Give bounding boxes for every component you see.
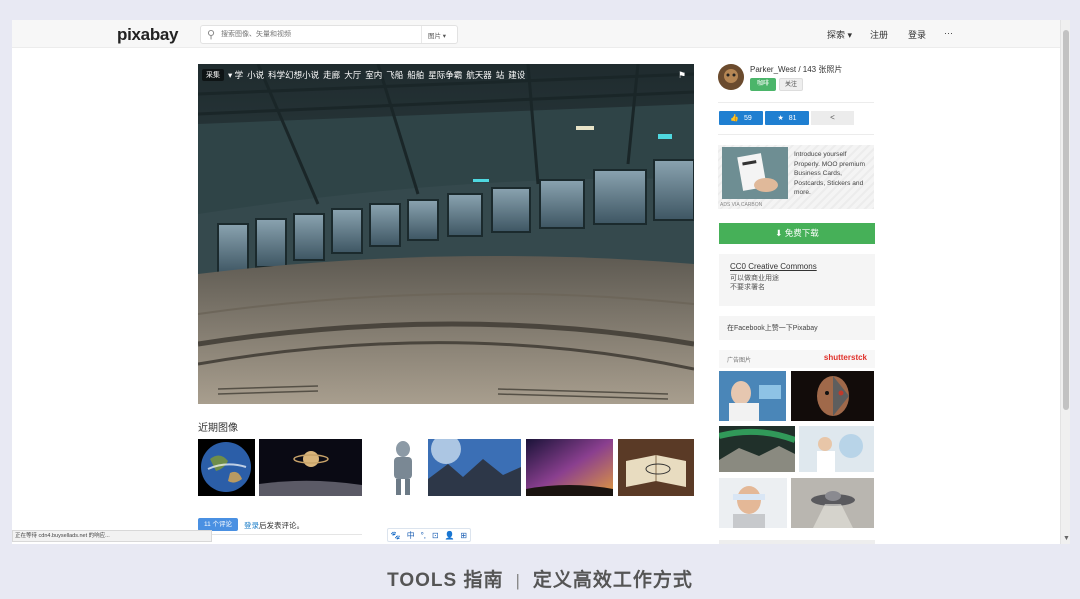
favorite-button[interactable]: ★ 81 xyxy=(765,111,809,125)
search-box[interactable]: ⚲ 图片 ▾ xyxy=(200,25,458,44)
spaceship-corridor-image xyxy=(198,64,694,404)
license-commercial-use: 可以做商业用途 xyxy=(730,275,779,282)
tag[interactable]: 科学幻想小说 xyxy=(268,69,319,81)
recent-thumb-robot[interactable] xyxy=(386,439,420,496)
sponsored-images-header: 广告图片 shutterstck xyxy=(719,350,875,368)
nav-explore[interactable]: 探索 ▾ xyxy=(827,28,852,41)
license-link[interactable]: CC0 Creative Commons xyxy=(730,262,864,271)
sponsored-image[interactable] xyxy=(719,478,787,528)
tag[interactable]: 航天器 xyxy=(466,69,492,81)
share-button[interactable]: < xyxy=(811,111,854,125)
nav-more[interactable]: ··· xyxy=(944,28,953,38)
footer-slogan: 定义高效工作方式 xyxy=(532,570,693,591)
sidebar-divider xyxy=(718,134,874,135)
tag[interactable]: 小说 xyxy=(247,69,264,81)
collect-button[interactable]: 采集 xyxy=(202,69,224,81)
sponsored-image[interactable] xyxy=(719,426,795,472)
comment-divider xyxy=(212,534,362,535)
license-no-attribution: 不要求署名 xyxy=(730,284,765,291)
footer-separator: | xyxy=(515,571,521,590)
browser-status-bar: 正在等待 cdn4.buysellads.net 的响应... xyxy=(12,530,212,542)
tag[interactable]: ▾ 学 xyxy=(228,69,243,81)
tag[interactable]: 建设 xyxy=(508,69,525,81)
tag[interactable]: 飞船 xyxy=(386,69,403,81)
user-icon[interactable]: 👤 xyxy=(444,531,454,540)
ad-image xyxy=(722,147,788,199)
tag[interactable]: 大厅 xyxy=(344,69,361,81)
keyboard-icon[interactable]: ⊡ xyxy=(432,531,439,540)
article-footer-banner: TOOLS 指南 | 定义高效工作方式 xyxy=(0,565,1080,592)
share-icon: < xyxy=(830,113,835,122)
sponsored-label: 广告图片 xyxy=(727,358,752,364)
comment-login-text: 登录后发表评论。 xyxy=(244,521,304,530)
license-box: CC0 Creative Commons 可以做商业用途 不要求署名 xyxy=(719,254,875,306)
category-tags: 采集 ▾ 学 小说 科学幻想小说 走廊 大厅 室内 飞船 船舶 星际争霸 航天器… xyxy=(198,64,694,86)
recent-images-title: 近期图像 xyxy=(198,423,238,434)
tag[interactable]: 船舶 xyxy=(407,69,424,81)
recent-thumb-galaxy[interactable] xyxy=(526,439,613,496)
recent-thumb-earth[interactable] xyxy=(198,439,255,496)
follow-button[interactable]: 关注 xyxy=(779,78,803,91)
chinese-mode-icon[interactable]: 中 xyxy=(407,530,415,541)
page-scrollbar[interactable]: ▼ xyxy=(1060,20,1070,544)
coffee-button[interactable]: 咖啡 xyxy=(750,78,776,91)
shutterstock-logo[interactable]: shutterstck xyxy=(824,353,867,362)
free-download-button[interactable]: ⬇ 免费下载 xyxy=(719,223,875,244)
search-icon[interactable]: ⚲ xyxy=(207,28,215,41)
main-image[interactable]: 采集 ▾ 学 小说 科学幻想小说 走廊 大厅 室内 飞船 船舶 星际争霸 航天器… xyxy=(198,64,694,404)
tag[interactable]: 走廊 xyxy=(323,69,340,81)
thumbs-up-icon: 👍 xyxy=(730,115,739,122)
grid-icon[interactable]: ⊞ xyxy=(460,531,467,540)
facebook-like-box[interactable]: 在Facebook上赞一下Pixabay xyxy=(719,316,875,340)
scroll-down-icon[interactable]: ▼ xyxy=(1063,535,1070,542)
ime-toolbar: 🐾 中 °, ⊡ 👤 ⊞ xyxy=(387,528,471,542)
search-type-select[interactable]: 图片 ▾ xyxy=(421,26,457,43)
search-input[interactable] xyxy=(221,28,421,41)
recent-thumb-book[interactable] xyxy=(618,439,694,496)
nav-login[interactable]: 登录 xyxy=(908,28,926,41)
tag[interactable]: 室内 xyxy=(365,69,382,81)
tag[interactable]: 星际争霸 xyxy=(428,69,462,81)
like-button[interactable]: 👍 59 xyxy=(719,111,763,125)
author-info[interactable]: Parker_West / 143 张照片 xyxy=(750,64,842,75)
flag-icon[interactable]: ⚑ xyxy=(678,70,686,81)
sponsored-image[interactable] xyxy=(791,478,874,528)
sponsored-image[interactable] xyxy=(791,371,874,421)
carbon-ad[interactable]: Introduce yourself Properly. MOO premium… xyxy=(718,145,874,209)
nav-register[interactable]: 注册 xyxy=(870,28,888,41)
star-icon: ★ xyxy=(777,115,784,122)
tag[interactable]: 站 xyxy=(496,69,505,81)
scrollbar-thumb[interactable] xyxy=(1063,30,1069,410)
recent-thumb-saturn[interactable] xyxy=(259,439,362,496)
paw-icon[interactable]: 🐾 xyxy=(391,531,401,540)
sidebar-footer xyxy=(719,540,875,544)
sidebar-divider xyxy=(718,102,874,103)
footer-brand: TOOLS 指南 xyxy=(387,570,504,591)
sponsored-image[interactable] xyxy=(719,371,786,421)
ad-text: Introduce yourself Properly. MOO premium… xyxy=(794,151,865,197)
login-link[interactable]: 登录 xyxy=(244,521,259,530)
sponsored-image[interactable] xyxy=(799,426,874,472)
avatar[interactable] xyxy=(718,64,744,90)
pixabay-logo[interactable]: pixabay xyxy=(117,25,179,45)
ad-source-label[interactable]: ADS VIA CARBON xyxy=(720,202,762,208)
recent-thumb-planet-landscape[interactable] xyxy=(428,439,521,496)
punctuation-icon[interactable]: °, xyxy=(421,531,426,540)
browser-viewport: pixabay ⚲ 图片 ▾ 探索 ▾ 注册 登录 ··· xyxy=(12,20,1070,544)
site-header: pixabay ⚲ 图片 ▾ 探索 ▾ 注册 登录 ··· xyxy=(12,20,1060,48)
